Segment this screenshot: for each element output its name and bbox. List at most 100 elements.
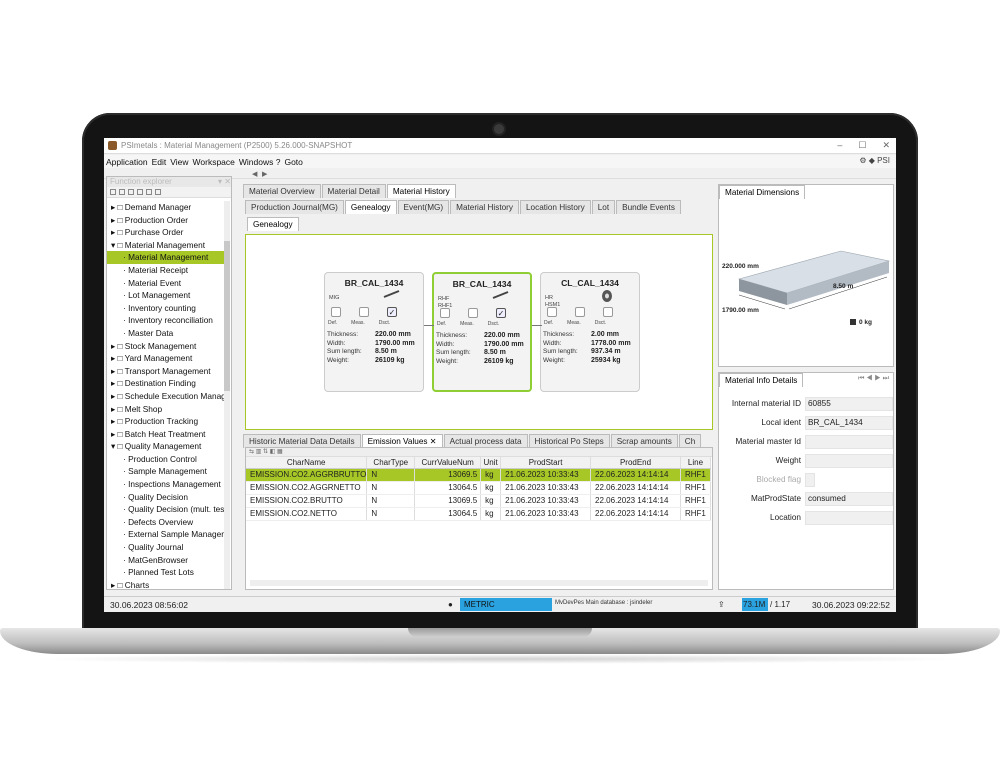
tab-material-info-details[interactable]: Material Info Details — [719, 373, 804, 387]
subtab-location-history[interactable]: Location History — [520, 200, 591, 214]
subtab-material-history[interactable]: Material History — [450, 200, 519, 214]
expand-all-icon[interactable] — [110, 189, 116, 195]
checkbox-meas[interactable] — [359, 307, 369, 317]
menu-view[interactable]: View — [170, 157, 188, 167]
info-value-field[interactable] — [805, 473, 815, 487]
tree-item-inspections-management[interactable]: · Inspections Management — [107, 478, 224, 491]
checkbox-dsct[interactable] — [603, 307, 613, 317]
info-value-field[interactable]: BR_CAL_1434 — [805, 416, 893, 430]
column-header-chartype[interactable]: CharType — [366, 457, 416, 469]
tree-item-matgenbrowser[interactable]: · MatGenBrowser — [107, 554, 224, 567]
slab-3d-view[interactable]: 220.000 mm 1790.00 mm 8.50 m 0 kg — [719, 199, 893, 366]
tree-item-melt-shop[interactable]: ▸ □ Melt Shop — [107, 403, 224, 416]
tab-material-history[interactable]: Material History — [386, 184, 456, 198]
tree-item-inventory-reconciliation[interactable]: · Inventory reconciliation — [107, 314, 224, 327]
info-value-field[interactable]: 60855 — [805, 397, 893, 411]
back-icon[interactable]: ◀ — [252, 170, 257, 178]
tree-item-yard-management[interactable]: ▸ □ Yard Management — [107, 352, 224, 365]
tree-item-sample-management[interactable]: · Sample Management — [107, 465, 224, 478]
tree-item-production-control[interactable]: · Production Control — [107, 453, 224, 466]
grid-hscrollbar[interactable] — [250, 580, 708, 586]
refresh-icon[interactable] — [146, 189, 152, 195]
tree-item-material-receipt[interactable]: · Material Receipt — [107, 264, 224, 277]
tab-material-detail[interactable]: Material Detail — [321, 184, 386, 198]
menu-edit[interactable]: Edit — [152, 157, 167, 167]
info-value-field[interactable] — [805, 511, 893, 525]
checkbox-dsct[interactable]: ✓ — [496, 308, 506, 318]
detail-tab-historical-po-steps[interactable]: Historical Po Steps — [528, 434, 610, 448]
memory-badge[interactable]: 73.1M — [742, 598, 768, 611]
tree-item-production-order[interactable]: ▸ □ Production Order — [107, 214, 224, 227]
tree-item-production-tracking[interactable]: ▸ □ Production Tracking — [107, 415, 224, 428]
subtab-event-mg[interactable]: Event(MG) — [397, 200, 450, 214]
tree-item-lot-management[interactable]: · Lot Management — [107, 289, 224, 302]
menu-workspace[interactable]: Workspace — [193, 157, 235, 167]
tree-item-quality-management[interactable]: ▾ □ Quality Management — [107, 440, 224, 453]
tree-item-destination-finding[interactable]: ▸ □ Destination Finding — [107, 377, 224, 390]
tab-material-dimensions[interactable]: Material Dimensions — [719, 185, 806, 199]
tree-item-demand-manager[interactable]: ▸ □ Demand Manager — [107, 201, 224, 214]
checkbox-def[interactable] — [440, 308, 450, 318]
tree-item-charts[interactable]: ▸ □ Charts — [107, 579, 224, 589]
checkbox-meas[interactable] — [575, 307, 585, 317]
checkbox-def[interactable] — [547, 307, 557, 317]
info-value-field[interactable] — [805, 454, 893, 468]
detail-tab-actual-process-data[interactable]: Actual process data — [443, 434, 528, 448]
filter-icon[interactable] — [128, 189, 134, 195]
detail-tab-ch[interactable]: Ch — [678, 434, 702, 448]
info-value-field[interactable]: consumed — [805, 492, 893, 506]
subtab-lot[interactable]: Lot — [591, 200, 616, 214]
menu-application[interactable]: Application — [106, 157, 148, 167]
explorer-scrollbar[interactable] — [224, 201, 230, 589]
tree-item-planned-test-lots[interactable]: · Planned Test Lots — [107, 566, 224, 579]
tab-material-overview[interactable]: Material Overview — [243, 184, 321, 198]
unit-system-badge[interactable]: METRIC — [460, 598, 552, 611]
tree-item-defects-overview[interactable]: · Defects Overview — [107, 516, 224, 529]
column-header-unit[interactable]: Unit — [480, 457, 502, 469]
tree-item-material-management[interactable]: ▾ □ Material Management — [107, 239, 224, 252]
column-header-prodstart[interactable]: ProdStart — [500, 457, 592, 469]
column-header-currvaluenum[interactable]: CurrValueNum — [414, 457, 482, 469]
record-nav-icons[interactable]: ⏮ ◀ ▶ ⏭ — [858, 375, 889, 383]
detail-tab-scrap-amounts[interactable]: Scrap amounts — [610, 434, 678, 448]
tree-item-material-management[interactable]: · Material Management — [107, 251, 224, 264]
tree-item-quality-decision-mult-tests[interactable]: · Quality Decision (mult. tests) — [107, 503, 224, 516]
tree-item-purchase-order[interactable]: ▸ □ Purchase Order — [107, 226, 224, 239]
table-row[interactable]: EMISSION.CO2.BRUTTO N 13069.5 kg 21.06.2023 … — [246, 494, 712, 508]
column-header-line[interactable]: Line — [680, 457, 712, 469]
checkbox-dsct[interactable]: ✓ — [387, 307, 397, 317]
tree-item-batch-heat-treatment[interactable]: ▸ □ Batch Heat Treatment — [107, 428, 224, 441]
tree-item-quality-journal[interactable]: · Quality Journal — [107, 541, 224, 554]
menu-windows[interactable]: Windows ? — [239, 157, 281, 167]
tree-item-quality-decision[interactable]: · Quality Decision — [107, 491, 224, 504]
table-row[interactable]: EMISSION.CO2.NETTO N 13064.5 kg 21.06.2023 1… — [246, 507, 712, 521]
close-button[interactable]: ✕ — [882, 140, 890, 151]
collapse-all-icon[interactable] — [119, 189, 125, 195]
settings-icon[interactable] — [155, 189, 161, 195]
subtab-genealogy[interactable]: Genealogy — [344, 200, 397, 214]
column-header-charname[interactable]: CharName — [246, 457, 368, 469]
explorer-close-icon[interactable]: ▾ ✕ — [218, 177, 231, 187]
menu-goto[interactable]: Goto — [284, 157, 302, 167]
minimize-button[interactable]: – — [837, 140, 842, 151]
tree-item-schedule-execution-management[interactable]: ▸ □ Schedule Execution Management — [107, 390, 224, 403]
genealogy-card[interactable]: BR_CAL_1434 RHF RHF1 ✓ Def. Meas. Dsct. Thickn… — [432, 272, 532, 392]
maximize-button[interactable]: ☐ — [858, 140, 866, 151]
subtab-bundle-events[interactable]: Bundle Events — [616, 200, 681, 214]
table-row[interactable]: EMISSION.CO2.AGGRNETTO N 13064.5 kg 21.06.20… — [246, 481, 712, 495]
genealogy-card[interactable]: BR_CAL_1434 MIG ✓ Def. Meas. Dsct. Thickness: 2… — [324, 272, 424, 392]
tree-item-material-event[interactable]: · Material Event — [107, 277, 224, 290]
checkbox-def[interactable] — [331, 307, 341, 317]
subtab-production-journal-mg[interactable]: Production Journal(MG) — [245, 200, 344, 214]
tab-genealogy-view[interactable]: Genealogy — [247, 217, 299, 231]
table-row[interactable]: EMISSION.CO2.AGGRBRUTTO N 13069.5 kg 21.06.2… — [246, 468, 712, 482]
tree-item-stock-management[interactable]: ▸ □ Stock Management — [107, 340, 224, 353]
tree-item-transport-management[interactable]: ▸ □ Transport Management — [107, 365, 224, 378]
tree-item-master-data[interactable]: · Master Data — [107, 327, 224, 340]
forward-icon[interactable]: ▶ — [262, 170, 267, 178]
grid-icon[interactable] — [137, 189, 143, 195]
column-header-prodend[interactable]: ProdEnd — [590, 457, 681, 469]
genealogy-card[interactable]: CL_CAL_1434 HR HSM1 Def. Meas. Dsct. Thicknes… — [540, 272, 640, 392]
info-value-field[interactable] — [805, 435, 893, 449]
detail-tab-historic-material-data-details[interactable]: Historic Material Data Details — [243, 434, 361, 448]
